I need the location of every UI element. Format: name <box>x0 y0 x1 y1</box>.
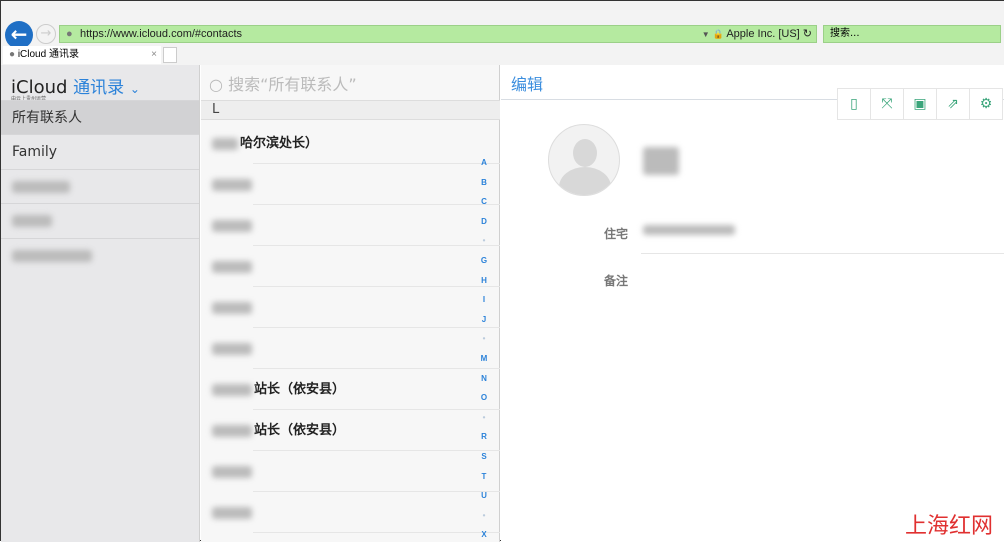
contact-name-blurred <box>212 342 252 355</box>
index-letter[interactable]: G <box>479 256 489 265</box>
index-letter[interactable]: N <box>479 374 489 383</box>
share-icon[interactable]: ⇗ <box>937 89 970 119</box>
chevron-down-icon[interactable]: ⌄ <box>130 82 140 96</box>
contact-row[interactable] <box>201 246 500 287</box>
index-letter[interactable]: • <box>479 334 489 343</box>
contact-row[interactable] <box>201 451 500 492</box>
index-letter[interactable]: H <box>479 276 489 285</box>
index-letter[interactable]: A <box>479 158 489 167</box>
contact-row[interactable] <box>201 164 500 205</box>
brand[interactable]: iCloud 通讯录 ⌄ 由云上贵州运营 <box>11 73 140 102</box>
contact-row[interactable]: 站长（依安县） <box>201 369 500 410</box>
index-letter[interactable]: I <box>479 295 489 304</box>
tablet-icon[interactable]: ▯ <box>838 89 871 119</box>
index-letter[interactable]: R <box>479 432 489 441</box>
divider <box>641 253 1004 254</box>
index-letter[interactable]: M <box>479 354 489 363</box>
sidebar: iCloud 通讯录 ⌄ 由云上贵州运营 所有联系人 Family <box>1 65 200 542</box>
field-value-blurred <box>643 225 735 235</box>
index-letter[interactable]: • <box>479 511 489 520</box>
tab-close-button[interactable]: × <box>151 46 157 64</box>
address-bar[interactable]: ● https://www.icloud.com/#contacts ▼ 🔒 A… <box>59 25 817 43</box>
contact-row[interactable] <box>201 205 500 246</box>
contact-name-blurred <box>212 137 238 150</box>
contact-name-blurred <box>212 465 252 478</box>
app-title: 通讯录 <box>73 78 125 98</box>
contact-name-blurred <box>212 301 252 314</box>
contact-detail: 编辑 ▯ ⤧ ▣ ⇗ ⚙ 住宅 备注 <box>501 65 1004 542</box>
sidebar-item-group[interactable] <box>1 169 199 203</box>
contact-name-blurred <box>643 147 679 175</box>
search-icon: ○ <box>209 75 223 94</box>
contact-name-blurred <box>212 178 252 191</box>
forward-button[interactable]: → <box>36 24 56 44</box>
edit-button[interactable]: 编辑 <box>511 71 543 95</box>
search-placeholder: 搜索“所有联系人” <box>228 75 357 94</box>
index-letter[interactable]: S <box>479 452 489 461</box>
site-identity[interactable]: Apple Inc. [US] <box>726 28 799 40</box>
index-letter[interactable]: • <box>479 236 489 245</box>
index-letter[interactable]: X <box>479 530 489 539</box>
contact-row[interactable] <box>201 492 500 533</box>
toolbar: ▯ ⤧ ▣ ⇗ ⚙ <box>837 88 1003 120</box>
watermark: 上海红网 <box>904 514 993 539</box>
index-letter[interactable]: • <box>479 413 489 422</box>
index-letter[interactable]: O <box>479 393 489 402</box>
index-letter[interactable]: D <box>479 217 489 226</box>
apple-icon: ● <box>66 28 73 40</box>
contact-name: 站长（依安县） <box>254 423 346 438</box>
contact-row[interactable]: 站长（依安县） <box>201 410 500 451</box>
sidebar-item-group[interactable] <box>1 203 199 237</box>
index-letter[interactable]: T <box>479 472 489 481</box>
contact-row[interactable]: 哈尔滨处长） <box>201 123 500 164</box>
index-letter[interactable]: C <box>479 197 489 206</box>
sidebar-item-all-contacts[interactable]: 所有联系人 <box>1 100 199 134</box>
contact-name-blurred <box>212 260 252 273</box>
field-label-home: 住宅 <box>604 227 629 241</box>
avatar[interactable] <box>548 124 620 196</box>
gear-icon[interactable]: ⚙ <box>970 89 1002 119</box>
sidebar-item-group[interactable] <box>1 238 199 272</box>
contact-name-blurred <box>212 424 252 437</box>
apple-icon: ● <box>9 49 18 60</box>
index-letter[interactable]: U <box>479 491 489 500</box>
contact-list: ○ 搜索“所有联系人” L 哈尔滨处长） 站长（依安县） 站长（依安县） A B C D •… <box>201 65 500 542</box>
url-text: https://www.icloud.com/#contacts <box>80 28 243 40</box>
contact-name-blurred <box>212 506 252 519</box>
contact-row[interactable] <box>201 287 500 328</box>
contact-name-blurred <box>212 219 252 232</box>
index-letter[interactable]: J <box>479 315 489 324</box>
field-label-notes: 备注 <box>604 274 629 288</box>
sidebar-item-family[interactable]: Family <box>1 134 199 168</box>
search-input[interactable]: ○ 搜索“所有联系人” <box>209 71 357 95</box>
dropdown-icon[interactable]: ▼ <box>702 30 710 39</box>
index-letter[interactable]: B <box>479 178 489 187</box>
fullscreen-icon[interactable]: ⤧ <box>871 89 904 119</box>
section-header: L <box>201 100 500 120</box>
save-icon[interactable]: ▣ <box>904 89 937 119</box>
tab-title: iCloud 通讯录 <box>17 49 79 60</box>
new-tab-button[interactable] <box>163 47 177 63</box>
contact-name: 哈尔滨处长） <box>240 136 319 151</box>
lock-icon: 🔒 <box>712 29 724 39</box>
contact-name: 站长（依安县） <box>254 382 346 397</box>
back-button[interactable]: ← <box>5 21 33 49</box>
contact-row[interactable] <box>201 328 500 369</box>
browser-tab[interactable]: ● iCloud 通讯录 × <box>3 46 161 64</box>
contact-name-blurred <box>212 383 252 396</box>
reload-icon[interactable]: ↻ <box>803 28 812 40</box>
browser-search-input[interactable]: 搜索... <box>823 25 1001 43</box>
